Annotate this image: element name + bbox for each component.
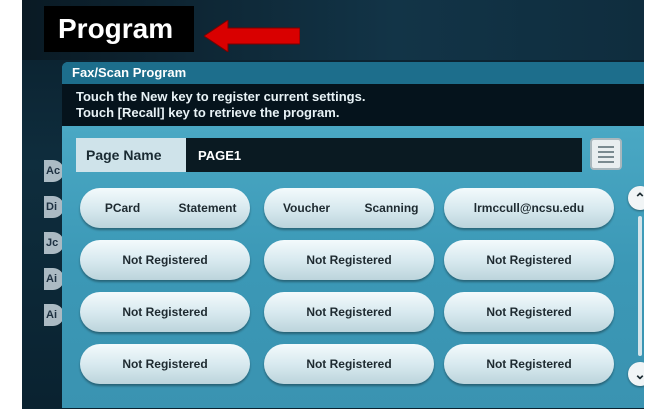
page-name-label: Page Name	[76, 138, 186, 172]
program-key-9[interactable]: Not Registered	[444, 292, 614, 332]
program-banner: Program	[44, 6, 194, 52]
message-line-1: Touch the New key to register current se…	[76, 89, 366, 104]
fax-scan-program-dialog: Fax/Scan Program Touch the New key to re…	[62, 62, 644, 408]
program-key-label: lrmccull@ncsu.edu	[473, 201, 585, 215]
program-key-label: Not Registered	[122, 305, 208, 319]
page-name-value: PAGE1	[198, 147, 242, 163]
program-key-2[interactable]: Voucher Scanning	[264, 188, 434, 228]
document-list-icon[interactable]	[590, 138, 622, 170]
program-panel: Page Name PAGE1 PCard Statement Voucher Sca…	[62, 126, 644, 408]
program-key-label: Not Registered	[306, 305, 392, 319]
program-key-label: Not Registered	[122, 357, 208, 371]
program-key-label: Not Registered	[122, 253, 208, 267]
left-tab-4[interactable]: Ai	[44, 268, 64, 290]
program-key-12[interactable]: Not Registered	[444, 344, 614, 384]
copier-screen: Ac Di Jc Ai Ai Fax/Scan Program Touch th…	[22, 0, 644, 409]
program-key-label: Voucher	[282, 201, 331, 215]
program-key-label: Not Registered	[486, 357, 572, 371]
left-tab-5[interactable]: Ai	[44, 304, 64, 326]
left-tab-1[interactable]: Ac	[44, 160, 64, 182]
program-key-7[interactable]: Not Registered	[80, 292, 250, 332]
scrollbar[interactable]: ⌃ ⌄	[628, 186, 644, 408]
program-key-label: Not Registered	[306, 253, 392, 267]
program-key-8[interactable]: Not Registered	[264, 292, 434, 332]
chevron-up-icon[interactable]: ⌃	[628, 186, 644, 210]
scroll-track[interactable]	[638, 216, 642, 356]
program-key-label: Not Registered	[486, 253, 572, 267]
program-key-10[interactable]: Not Registered	[80, 344, 250, 384]
chevron-down-icon[interactable]: ⌄	[628, 362, 644, 386]
program-key-label: PCard	[104, 201, 141, 215]
program-key-label: Not Registered	[486, 305, 572, 319]
red-arrow-icon	[204, 20, 300, 52]
program-key-label: Not Registered	[306, 357, 392, 371]
program-key-6[interactable]: Not Registered	[444, 240, 614, 280]
instruction-message: Touch the New key to register current se…	[62, 84, 644, 126]
message-line-2: Touch [Recall] key to retrieve the progr…	[76, 105, 340, 120]
program-key-11[interactable]: Not Registered	[264, 344, 434, 384]
left-tab-strip: Ac Di Jc Ai Ai	[44, 160, 64, 340]
program-key-label: Scanning	[364, 201, 419, 215]
page-name-field[interactable]: Page Name PAGE1	[76, 138, 582, 172]
left-tab-2[interactable]: Di	[44, 196, 64, 218]
program-key-1[interactable]: PCard Statement	[80, 188, 250, 228]
program-key-3[interactable]: lrmccull@ncsu.edu	[444, 188, 614, 228]
dialog-title: Fax/Scan Program	[62, 62, 644, 84]
program-key-5[interactable]: Not Registered	[264, 240, 434, 280]
left-tab-3[interactable]: Jc	[44, 232, 64, 254]
program-key-4[interactable]: Not Registered	[80, 240, 250, 280]
program-key-label: Statement	[178, 201, 237, 215]
